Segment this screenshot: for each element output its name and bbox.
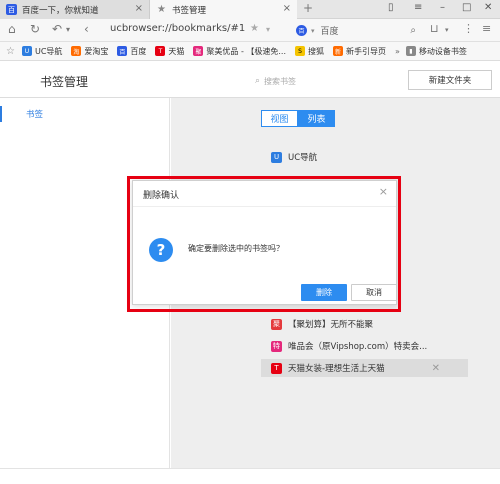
bookmark-item[interactable]: 淘爱淘宝 (71, 46, 108, 57)
juhuasuan-icon: 聚 (271, 318, 282, 330)
bookmark-item[interactable]: U UC导航 (21, 46, 63, 57)
search-placeholder: 搜索书签 (264, 76, 297, 86)
bookmark-item[interactable]: S 搜狐 (295, 46, 324, 57)
bookmark-label: UC导航 (34, 46, 63, 56)
list-item-label: 唯品会（原Vipshop.com）特卖会... (288, 342, 428, 352)
maximize-icon[interactable]: □ (462, 2, 471, 13)
star-icon[interactable]: ☆ (6, 46, 15, 57)
new-folder-button[interactable]: 新建文件夹 (408, 70, 492, 90)
list-item-label: 【聚划算】无所不能聚 (288, 320, 374, 330)
view-mode-button[interactable]: 视图 (261, 110, 298, 127)
home-icon[interactable]: ⌂ (8, 22, 16, 36)
chevron-down-icon[interactable]: ▾ (66, 25, 70, 34)
baidu-icon: 百 (117, 46, 128, 56)
more-icon[interactable]: ⋮ (463, 22, 474, 35)
list-item[interactable]: U UC导航 (271, 148, 471, 166)
chevron-down-icon[interactable]: ▾ (266, 25, 270, 34)
undo-icon[interactable]: ↶ (52, 22, 62, 36)
sohu-icon: S (295, 46, 306, 56)
guide-icon: 新 (333, 46, 344, 56)
bookmark-label: 搜狐 (308, 46, 325, 56)
bookmarks-bar: ☆ U UC导航 淘爱淘宝 百百度 T 天猫 聚聚美优品 - 【极速免... S 搜狐… (0, 42, 500, 61)
star-icon: ★ (157, 4, 166, 15)
uc-icon: U (271, 151, 282, 163)
bookmark-item[interactable]: 聚聚美优品 - 【极速免... (193, 46, 286, 57)
chevron-down-icon[interactable]: ▾ (311, 27, 315, 35)
bookmark-label: 百度 (130, 46, 147, 56)
menu-icon[interactable]: ≡ (482, 22, 491, 35)
bookmark-label: 移动设备书签 (418, 46, 467, 56)
search-box[interactable]: 百 ▾ 百度 ⌕ (290, 22, 420, 39)
search-icon[interactable]: ⌕ (410, 25, 416, 36)
mobile-bookmarks[interactable]: ▮ 移动设备书签 (405, 46, 467, 57)
tab-bar: 百 百度一下，你就知道 × ★ 书签管理 × + ▯ ≡ – □ ✕ (0, 0, 500, 19)
uc-icon: U (21, 46, 32, 56)
close-icon[interactable]: × (135, 3, 143, 14)
address-bar: ⌂ ↻ ↶ ▾ ‹ ucbrowser://bookmarks/#1 ★ ▾ 百… (0, 19, 500, 42)
bookmark-item[interactable]: 新新手引导页 (333, 46, 386, 57)
tmall-icon: T (271, 362, 282, 374)
list-item-label: UC导航 (288, 153, 318, 163)
search-engine-label: 百度 (320, 27, 339, 37)
baidu-icon: 百 (296, 25, 307, 36)
list-item-selected[interactable]: T 天猫女装-理想生活上天猫 ✕ (261, 359, 468, 377)
list-item-label: 天猫女装-理想生活上天猫 (288, 364, 385, 374)
minimize-icon[interactable]: – (440, 2, 445, 13)
list-item[interactable]: 聚 【聚划算】无所不能聚 (271, 315, 471, 333)
bookmark-search[interactable]: ⌕ 搜索书签 (255, 71, 390, 91)
bookmark-item[interactable]: 百百度 (117, 46, 146, 57)
tab-bookmarks[interactable]: ★ 书签管理 × (150, 0, 297, 19)
star-icon[interactable]: ★ (250, 23, 259, 34)
url-field[interactable]: ucbrowser://bookmarks/#1 (110, 23, 245, 34)
search-icon: ⌕ (255, 76, 261, 86)
jumei-icon: 聚 (193, 46, 204, 56)
window-mode-icon[interactable]: ▯ (388, 2, 394, 13)
vipshop-icon: 特 (271, 340, 282, 352)
close-window-icon[interactable]: ✕ (484, 2, 492, 13)
view-toggle: 视图 列表 (261, 110, 335, 127)
chevron-down-icon[interactable]: ▾ (445, 26, 449, 34)
page-header: 书签管理 ⌕ 搜索书签 新建文件夹 (0, 61, 500, 98)
tab-title: 书签管理 (172, 5, 207, 16)
bookmark-item[interactable]: T 天猫 (155, 46, 184, 57)
tab-title: 百度一下，你就知道 (22, 5, 99, 16)
sidebar-item-bookmarks[interactable]: 书签 (0, 106, 170, 122)
highlight-box (127, 176, 401, 312)
new-tab-button[interactable]: + (303, 1, 313, 15)
menu-icon[interactable]: ≡ (414, 2, 422, 13)
bookmark-label: 新手引导页 (346, 46, 387, 56)
tmall-icon: T (155, 46, 166, 56)
back-icon[interactable]: ‹ (84, 22, 89, 36)
page-title: 书签管理 (40, 75, 89, 89)
bookmark-label: 聚美优品 - 【极速免... (206, 46, 287, 56)
cart-icon[interactable]: ⊔ (430, 22, 439, 35)
tab-baidu[interactable]: 百 百度一下，你就知道 × (0, 0, 150, 19)
bookmark-label: 天猫 (168, 46, 185, 56)
list-item[interactable]: 特 唯品会（原Vipshop.com）特卖会... (271, 337, 471, 355)
delete-icon[interactable]: ✕ (432, 363, 440, 374)
more-bookmarks-icon[interactable]: » (395, 47, 400, 56)
list-mode-button[interactable]: 列表 (298, 110, 335, 127)
taobao-icon: 淘 (71, 46, 82, 56)
mobile-icon: ▮ (405, 46, 416, 56)
baidu-icon: 百 (6, 4, 17, 15)
close-icon[interactable]: × (283, 3, 291, 14)
bookmark-label: 爱淘宝 (84, 46, 109, 56)
divider (0, 468, 500, 469)
refresh-icon[interactable]: ↻ (30, 22, 40, 36)
